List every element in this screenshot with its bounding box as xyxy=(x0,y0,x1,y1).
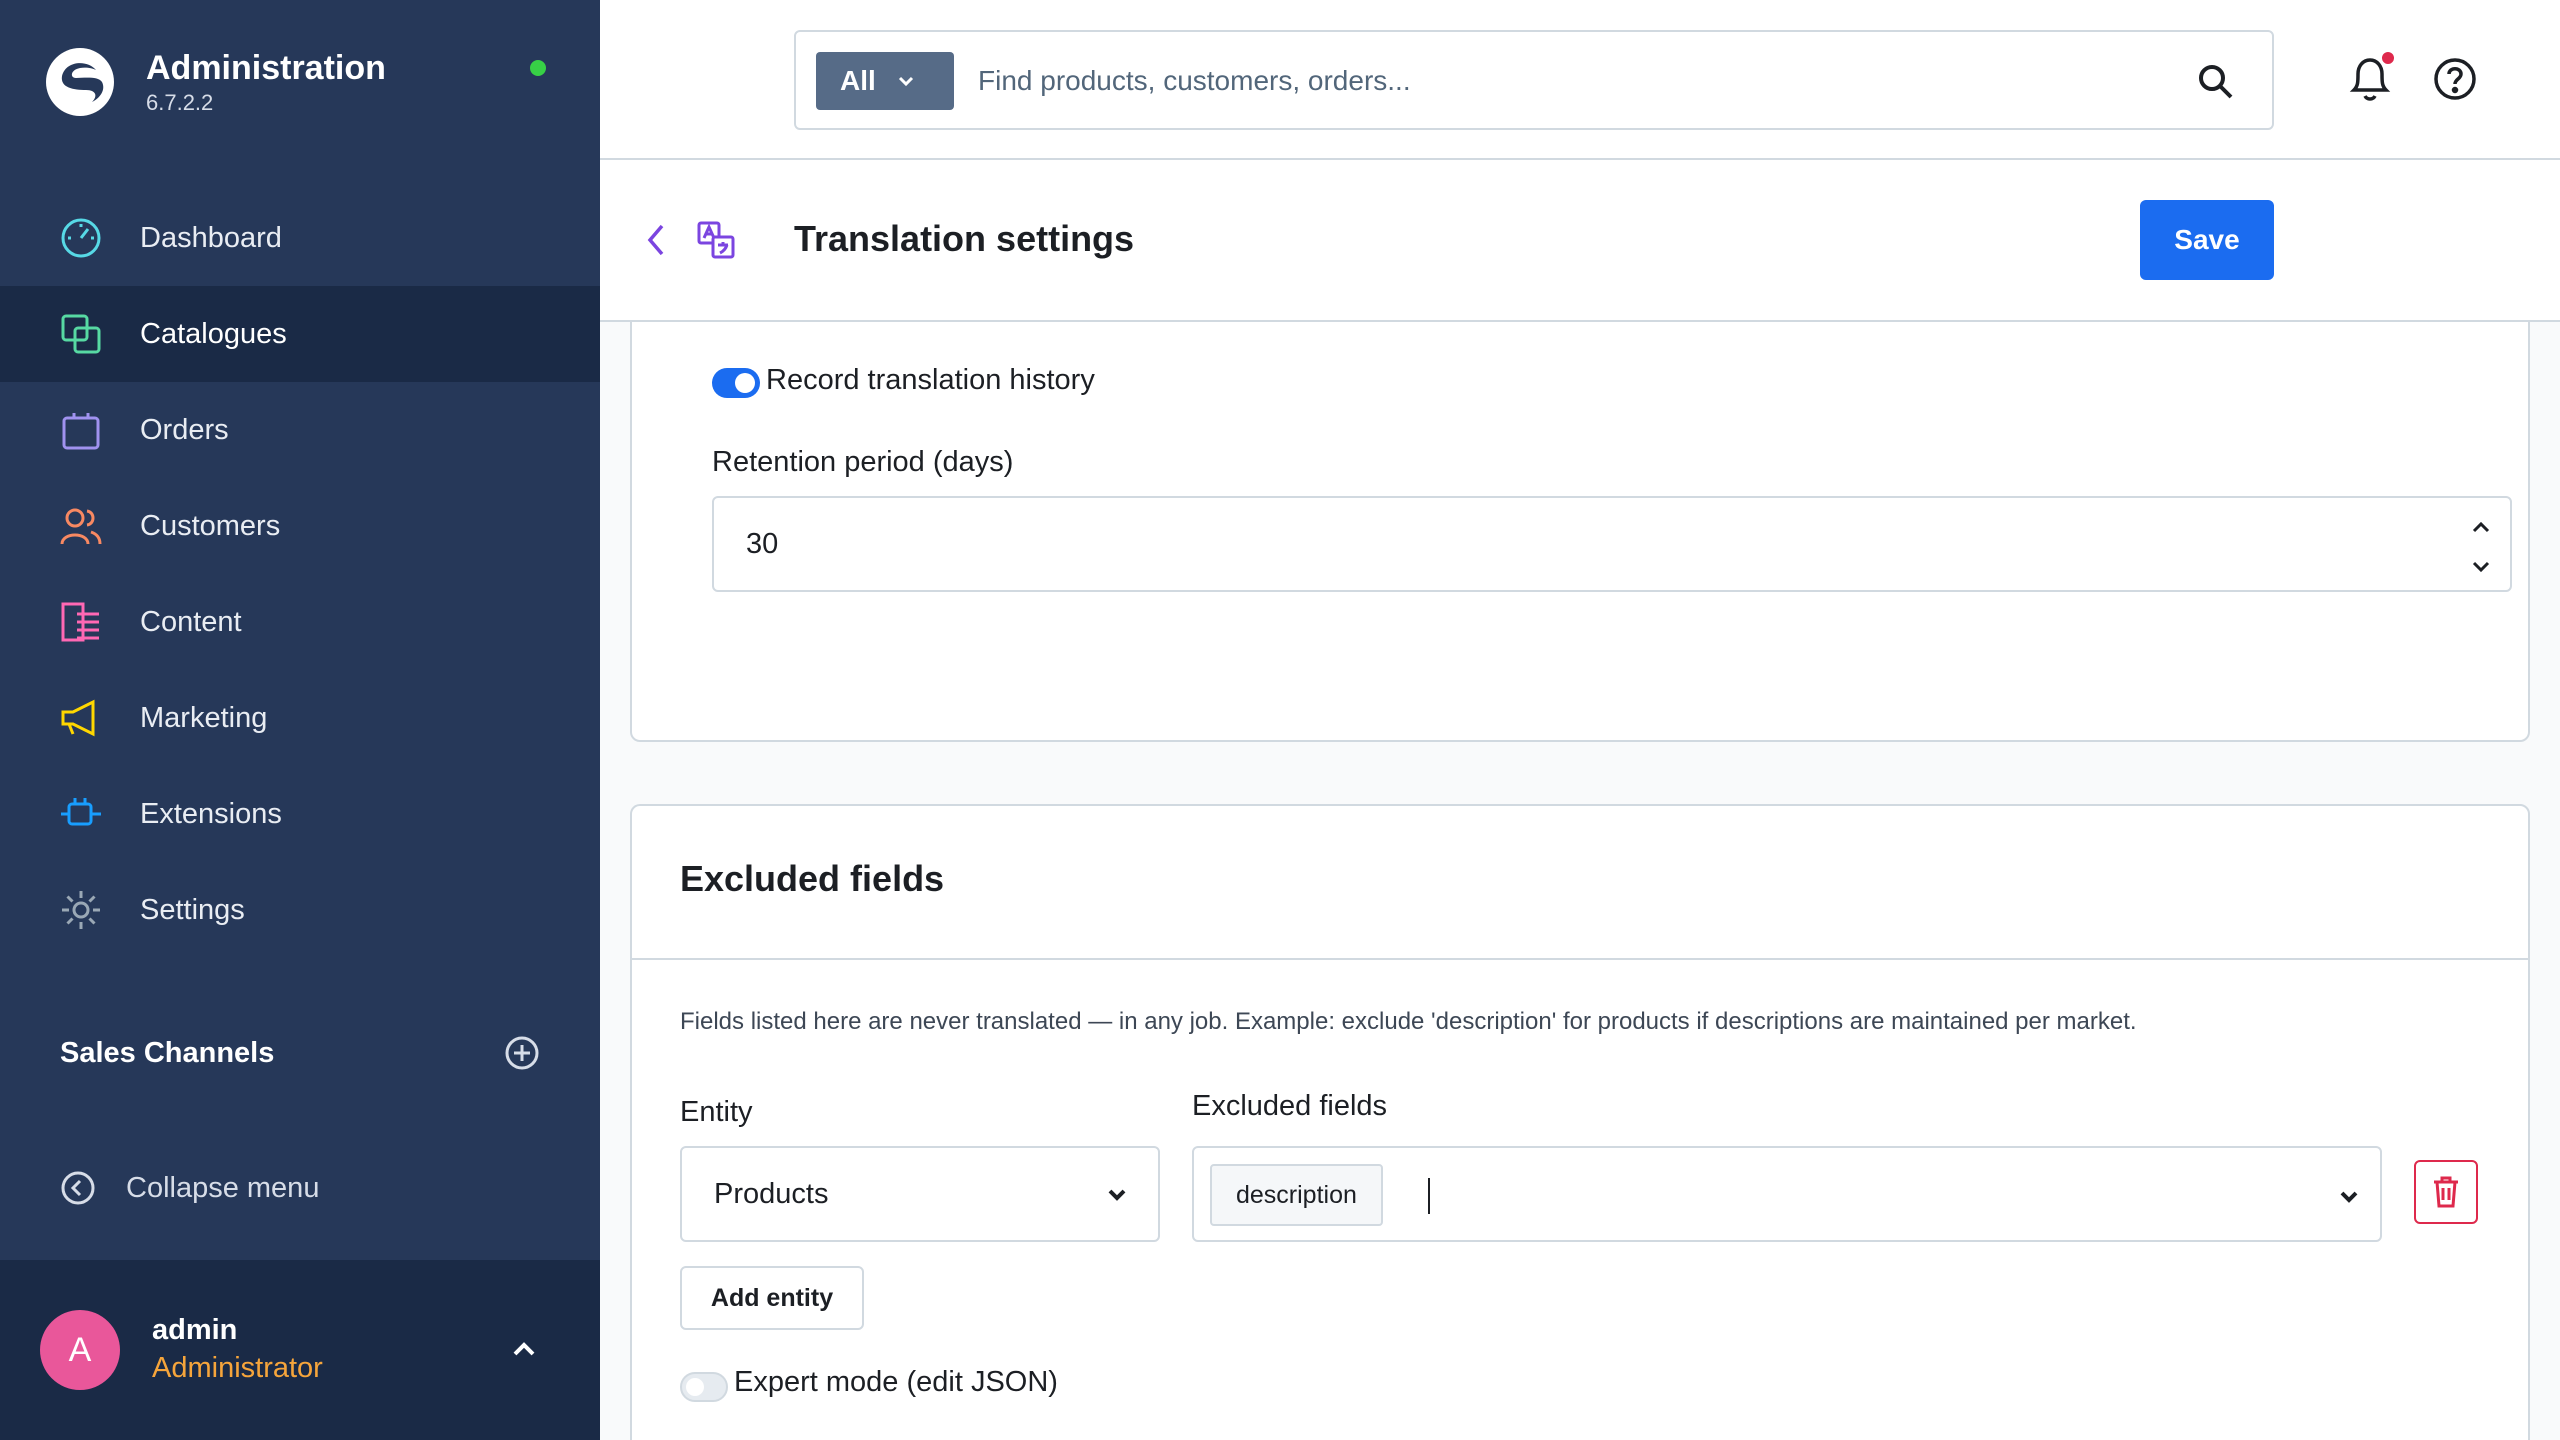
brand[interactable]: Administration 6.7.2.2 xyxy=(44,46,386,118)
nav-label: Catalogues xyxy=(140,317,287,350)
translation-history-card: Record translation history Retention per… xyxy=(630,322,2530,742)
entity-select[interactable]: Products xyxy=(680,1146,1160,1242)
page-header: Translation settings Save xyxy=(600,160,2560,322)
delete-entity-button[interactable] xyxy=(2414,1160,2478,1224)
nav-item-dashboard[interactable]: Dashboard xyxy=(0,190,600,286)
expert-mode-label: Expert mode (edit JSON) xyxy=(734,1366,1058,1398)
collapse-menu-label: Collapse menu xyxy=(126,1171,320,1204)
orders-icon xyxy=(58,407,104,453)
nav-item-marketing[interactable]: Marketing xyxy=(0,670,600,766)
excluded-fields-help: Fields listed here are never translated … xyxy=(680,1008,2137,1035)
excluded-fields-select[interactable]: description xyxy=(1192,1146,2382,1242)
settings-icon xyxy=(58,887,104,933)
entity-select-value: Products xyxy=(714,1178,829,1210)
status-indicator xyxy=(530,60,546,76)
back-arrow-icon[interactable] xyxy=(644,220,668,260)
chevron-down-icon[interactable] xyxy=(2466,554,2496,580)
catalogues-icon xyxy=(58,311,104,357)
main-nav: Dashboard Catalogues Orders Customers Co… xyxy=(0,190,600,958)
notification-badge xyxy=(2380,50,2396,66)
nav-label: Settings xyxy=(140,893,245,926)
chevron-down-icon xyxy=(1108,1189,1126,1201)
extensions-icon xyxy=(58,791,104,837)
divider xyxy=(632,958,2528,960)
page-title: Translation settings xyxy=(794,218,1135,259)
sales-channels-title: Sales Channels xyxy=(60,1036,275,1069)
retention-period-label: Retention period (days) xyxy=(712,446,1014,478)
record-history-label: Record translation history xyxy=(766,364,1095,396)
search-icon[interactable] xyxy=(2196,62,2236,102)
brand-version: 6.7.2.2 xyxy=(146,90,214,115)
global-search: All xyxy=(794,30,2274,130)
search-filter-label: All xyxy=(840,65,876,96)
marketing-icon xyxy=(58,695,104,741)
nav-label: Customers xyxy=(140,509,281,542)
dashboard-icon xyxy=(58,215,104,261)
chevron-down-icon xyxy=(2340,1191,2358,1203)
excluded-fields-title: Excluded fields xyxy=(680,858,945,899)
brand-title: Administration xyxy=(146,49,386,87)
record-history-toggle[interactable] xyxy=(712,368,760,398)
nav-label: Dashboard xyxy=(140,221,282,254)
translate-icon xyxy=(697,221,735,259)
excluded-field-chip[interactable]: description xyxy=(1210,1164,1383,1226)
collapse-icon xyxy=(61,1171,95,1205)
nav-item-orders[interactable]: Orders xyxy=(0,382,600,478)
search-type-filter[interactable]: All xyxy=(816,52,954,110)
nav-item-catalogues[interactable]: Catalogues xyxy=(0,286,600,382)
expert-mode-toggle[interactable] xyxy=(680,1372,728,1402)
chevron-down-icon xyxy=(898,76,913,87)
collapse-menu-button[interactable]: Collapse menu xyxy=(60,1170,319,1206)
sidebar: Administration 6.7.2.2 Dashboard Catalog… xyxy=(0,0,600,1440)
excluded-fields-label: Excluded fields xyxy=(1192,1090,1388,1122)
search-input[interactable] xyxy=(978,52,2178,110)
nav-item-content[interactable]: Content xyxy=(0,574,600,670)
user-name: admin xyxy=(152,1314,238,1346)
chevron-up-icon[interactable] xyxy=(2466,514,2496,540)
add-sales-channel-icon[interactable] xyxy=(504,1035,540,1071)
chevron-up-icon[interactable] xyxy=(506,1334,542,1364)
retention-period-field[interactable]: 30 xyxy=(712,496,2512,592)
help-icon[interactable] xyxy=(2432,56,2478,102)
content-icon xyxy=(58,599,104,645)
nav-item-customers[interactable]: Customers xyxy=(0,478,600,574)
save-button[interactable]: Save xyxy=(2140,200,2274,280)
nav-item-extensions[interactable]: Extensions xyxy=(0,766,600,862)
nav-label: Extensions xyxy=(140,797,282,830)
nav-label: Content xyxy=(140,605,242,638)
text-caret xyxy=(1428,1178,1430,1214)
nav-label: Orders xyxy=(140,413,229,446)
top-bar: All xyxy=(600,0,2560,160)
shopware-logo xyxy=(46,48,114,116)
entity-label: Entity xyxy=(680,1096,753,1128)
nav-label: Marketing xyxy=(140,701,268,734)
nav-item-settings[interactable]: Settings xyxy=(0,862,600,958)
excluded-fields-card: Excluded fields Fields listed here are n… xyxy=(630,804,2530,1440)
customers-icon xyxy=(58,503,104,549)
retention-period-value: 30 xyxy=(746,528,779,560)
trash-icon xyxy=(2434,1176,2458,1208)
user-role: Administrator xyxy=(152,1352,323,1384)
avatar: A xyxy=(40,1310,120,1390)
user-panel[interactable]: A admin Administrator xyxy=(0,1260,600,1440)
add-entity-button[interactable]: Add entity xyxy=(680,1266,864,1330)
sales-channels-header: Sales Channels xyxy=(60,1035,540,1071)
main-content: Record translation history Retention per… xyxy=(600,322,2560,1440)
